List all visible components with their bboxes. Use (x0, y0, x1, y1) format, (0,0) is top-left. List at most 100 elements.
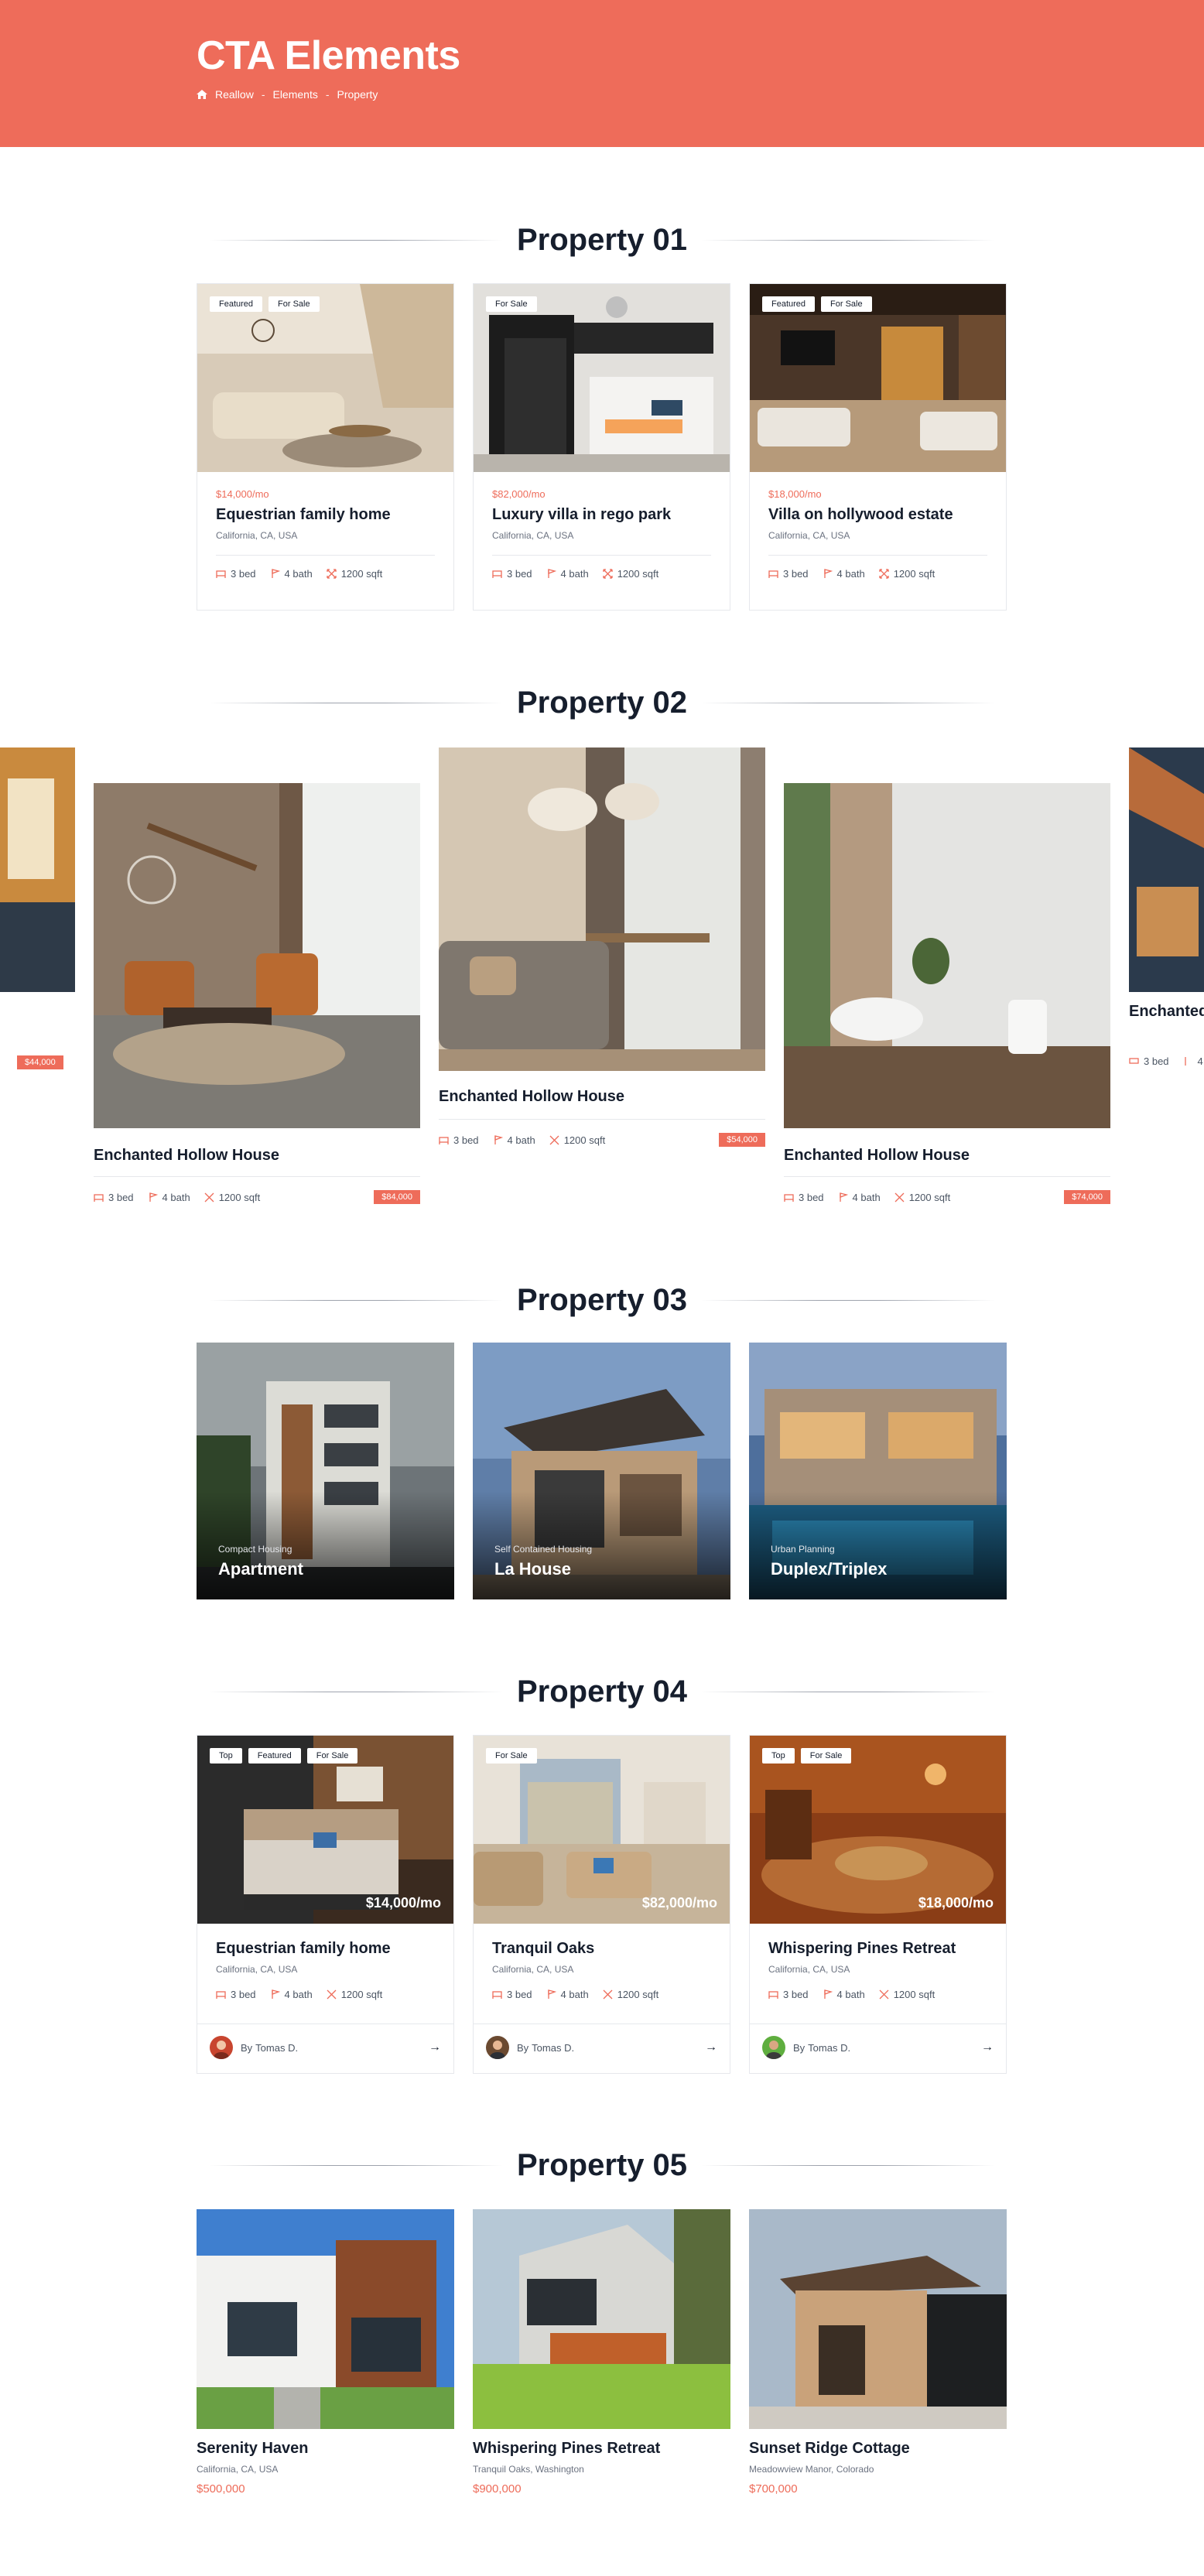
property-image[interactable] (473, 2209, 730, 2429)
tag-list: For Sale (486, 296, 537, 312)
category-name[interactable]: Apartment (218, 1559, 303, 1579)
category-card[interactable]: Urban Planning Duplex/Triplex (749, 1343, 1007, 1599)
category-name[interactable]: La House (494, 1559, 571, 1579)
property-meta: 3 bed 4 bath 1200 sqft (768, 1989, 987, 2000)
property-title[interactable]: Whispering Pines Retreat (768, 1940, 987, 1958)
agent-info[interactable]: By Tomas D. (762, 2036, 850, 2059)
tag-for-sale[interactable]: For Sale (800, 1748, 852, 1764)
property-title[interactable]: Equestrian family home (216, 506, 435, 524)
bath-icon (839, 1192, 848, 1202)
title-line (701, 2164, 996, 2166)
tag-for-sale[interactable]: For Sale (486, 1748, 537, 1764)
property-slide[interactable]: Enchanted Hollow House 3 bed 4 bath 1200… (784, 783, 1110, 1213)
tag-for-sale[interactable]: For Sale (486, 296, 537, 312)
breadcrumb-home[interactable]: Reallow (215, 88, 254, 101)
property-title[interactable]: Luxury villa in rego park (492, 506, 711, 524)
breadcrumb-elements[interactable]: Elements (272, 88, 317, 101)
property-price: $700,000 (749, 2482, 798, 2496)
bath-icon (271, 1989, 280, 1999)
title-line (209, 1299, 503, 1301)
bath-count: 4 (1197, 1055, 1203, 1067)
property-title[interactable]: Sunset Ridge Cottage (749, 2440, 1007, 2458)
property-card[interactable]: Top Featured For Sale $14,000/mo Equestr… (197, 1735, 454, 2074)
property-title-partial[interactable]: Enchanted (1129, 1003, 1204, 1021)
property-image[interactable]: Top Featured For Sale $14,000/mo (197, 1736, 453, 1924)
agent-name[interactable]: Tomas D. (532, 2042, 574, 2054)
property-meta: 3 bed 4 bath 1200 sqft (216, 568, 435, 580)
property-image[interactable] (784, 783, 1110, 1128)
section-title-property-02: Property 02 (209, 679, 996, 726)
property-card[interactable]: Serenity Haven California, CA, USA $500,… (197, 2209, 454, 2511)
bath-count: 4 bath (284, 1989, 313, 2000)
category-card[interactable]: Compact Housing Apartment (197, 1343, 454, 1599)
agent-name[interactable]: Tomas D. (808, 2042, 850, 2054)
divider (216, 555, 435, 556)
property-card[interactable]: Top For Sale $18,000/mo Whispering Pines… (749, 1735, 1007, 2074)
property-title[interactable]: Whispering Pines Retreat (473, 2440, 730, 2458)
property-title[interactable]: Serenity Haven (197, 2440, 454, 2458)
bed-count: 3 bed (108, 1192, 134, 1203)
property-image[interactable]: Featured For Sale (197, 284, 453, 472)
property-title[interactable]: Tranquil Oaks (492, 1940, 711, 1958)
section-heading: Property 03 (516, 1282, 688, 1317)
bed-count: 3 bed (1144, 1055, 1169, 1067)
property-location: California, CA, USA (492, 1964, 574, 1975)
property-image-partial[interactable] (1129, 747, 1204, 992)
property-card[interactable]: Featured For Sale $14,000/mo Equestrian … (197, 283, 454, 611)
agent-name[interactable]: Tomas D. (255, 2042, 298, 2054)
property-image[interactable] (439, 747, 765, 1071)
property-title[interactable]: Enchanted Hollow House (784, 1147, 970, 1165)
property-meta: 3 bed 4 bath 1200 sqft (94, 1192, 260, 1203)
property-image[interactable]: Top For Sale $18,000/mo (750, 1736, 1006, 1924)
property-image[interactable]: For Sale (474, 284, 730, 472)
property-image[interactable] (197, 2209, 454, 2429)
property-title[interactable]: Enchanted Hollow House (439, 1088, 624, 1106)
property-image[interactable]: For Sale $82,000/mo (474, 1736, 730, 1924)
avatar (762, 2036, 785, 2059)
agent-info[interactable]: By Tomas D. (486, 2036, 574, 2059)
bed-icon (216, 1991, 226, 1999)
property-image[interactable]: Featured For Sale (750, 284, 1006, 472)
price-badge: $84,000 (374, 1190, 420, 1204)
property-location: California, CA, USA (216, 1964, 298, 1975)
area-icon (204, 1192, 214, 1202)
tag-for-sale[interactable]: For Sale (306, 1748, 358, 1764)
tag-for-sale[interactable]: For Sale (269, 296, 320, 312)
category-name[interactable]: Duplex/Triplex (771, 1559, 887, 1579)
tag-top[interactable]: Top (762, 1748, 795, 1764)
tag-featured[interactable]: Featured (210, 296, 263, 312)
property-image-partial[interactable] (0, 747, 75, 992)
bed-icon (492, 570, 502, 578)
property-slide[interactable]: Enchanted Hollow House 3 bed 4 bath 1200… (439, 747, 765, 1158)
property-image[interactable] (749, 2209, 1007, 2429)
property-title[interactable]: Enchanted Hollow House (94, 1147, 279, 1165)
property-card[interactable]: Sunset Ridge Cottage Meadowview Manor, C… (749, 2209, 1007, 2511)
property-price: $18,000/mo (918, 1895, 994, 1911)
title-line (701, 1299, 996, 1301)
category-card[interactable]: Self Contained Housing La House (473, 1343, 730, 1599)
arrow-right-icon[interactable]: → (705, 2041, 717, 2054)
property-card[interactable]: For Sale $82,000/mo Tranquil Oaks Califo… (473, 1735, 730, 2074)
tag-featured[interactable]: Featured (762, 296, 816, 312)
tag-top[interactable]: Top (210, 1748, 242, 1764)
tag-featured[interactable]: Featured (248, 1748, 301, 1764)
bed-icon (216, 570, 226, 578)
agent-info[interactable]: By Tomas D. (210, 2036, 298, 2059)
area-size: 1200 sqft (563, 1134, 606, 1146)
agent-by: By (793, 2041, 806, 2054)
property-card[interactable]: Whispering Pines Retreat Tranquil Oaks, … (473, 2209, 730, 2511)
property-image[interactable] (94, 783, 420, 1128)
property-card[interactable]: Featured For Sale $18,000/mo Villa on ho… (749, 283, 1007, 611)
property-meta-partial: 3 bed 4 (1129, 1055, 1203, 1067)
property-price: $14,000/mo (365, 1895, 441, 1911)
bath-icon (1184, 1057, 1186, 1066)
property-title[interactable]: Villa on hollywood estate (768, 506, 987, 524)
property-slide[interactable]: Enchanted Hollow House 3 bed 4 bath 1200… (94, 783, 420, 1213)
bed-icon (492, 1991, 502, 1999)
arrow-right-icon[interactable]: → (981, 2041, 994, 2054)
arrow-right-icon[interactable]: → (429, 2041, 441, 2054)
avatar (486, 2036, 509, 2059)
tag-for-sale[interactable]: For Sale (821, 296, 872, 312)
property-card[interactable]: For Sale $82,000/mo Luxury villa in rego… (473, 283, 730, 611)
property-title[interactable]: Equestrian family home (216, 1940, 435, 1958)
